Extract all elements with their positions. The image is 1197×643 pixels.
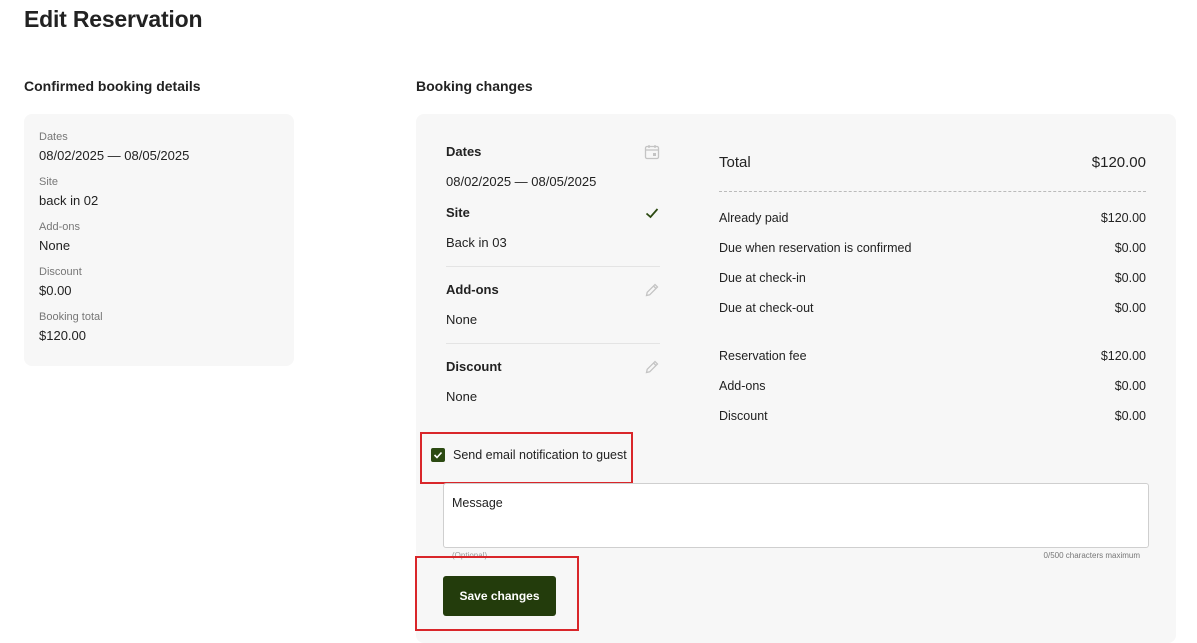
change-site-title: Site (446, 205, 470, 220)
calendar-icon[interactable] (644, 144, 660, 160)
highlight-box (415, 556, 579, 631)
change-dates: Dates 08/02/2025 — 08/05/2025 (446, 144, 660, 189)
total-label: Total (719, 154, 751, 171)
summary-row: Already paid $120.00 (719, 203, 1146, 233)
summary-row: Add-ons $0.00 (719, 371, 1146, 401)
confirmed-heading: Confirmed booking details (24, 78, 201, 94)
change-dates-value: 08/02/2025 — 08/05/2025 (446, 174, 597, 189)
payment-schedule: Already paid $120.00 Due when reservatio… (719, 203, 1146, 323)
change-discount-value: None (446, 389, 478, 404)
summary-label: Discount (719, 409, 768, 423)
divider (446, 266, 660, 267)
summary-label: Due at check-in (719, 271, 806, 285)
summary-value: $120.00 (1100, 349, 1146, 363)
field-value: $0.00 (39, 283, 72, 298)
summary-label: Due when reservation is confirmed (719, 241, 912, 255)
change-site-value: Back in 03 (446, 235, 507, 250)
field-value: $120.00 (39, 328, 86, 343)
summary-label: Add-ons (719, 379, 766, 393)
summary-value: $0.00 (1114, 301, 1146, 315)
pencil-icon[interactable] (644, 282, 660, 298)
changes-heading: Booking changes (416, 78, 533, 94)
pencil-icon[interactable] (644, 359, 660, 375)
change-addons: Add-ons None (446, 282, 660, 327)
check-icon[interactable] (644, 205, 660, 221)
message-character-counter: 0/500 characters maximum (1043, 551, 1140, 560)
summary-value: $0.00 (1114, 271, 1146, 285)
summary-row: Due at check-out $0.00 (719, 293, 1146, 323)
field-label: Add-ons (39, 221, 80, 233)
confirmed-discount: Discount $0.00 (39, 266, 279, 298)
field-label: Dates (39, 131, 68, 143)
field-value: 08/02/2025 — 08/05/2025 (39, 148, 190, 163)
confirmed-booking-total: Booking total $120.00 (39, 311, 279, 343)
change-list: Dates 08/02/2025 — 08/05/2025 Site Back … (446, 144, 660, 404)
total-row: Total $120.00 (719, 154, 1146, 192)
confirmed-site: Site back in 02 (39, 176, 279, 208)
summary-label: Reservation fee (719, 349, 807, 363)
change-dates-title: Dates (446, 144, 482, 159)
change-addons-title: Add-ons (446, 282, 499, 297)
price-summary: Total $120.00 Already paid $120.00 Due w… (719, 154, 1146, 431)
summary-value: $120.00 (1100, 211, 1146, 225)
summary-value: $0.00 (1114, 379, 1146, 393)
summary-row: Discount $0.00 (719, 401, 1146, 431)
change-addons-value: None (446, 312, 478, 327)
field-value: None (39, 238, 71, 253)
divider (446, 343, 660, 344)
summary-row: Due at check-in $0.00 (719, 263, 1146, 293)
total-value: $120.00 (1091, 154, 1146, 171)
summary-value: $0.00 (1114, 241, 1146, 255)
price-breakdown: Reservation fee $120.00 Add-ons $0.00 Di… (719, 341, 1146, 431)
highlight-box (420, 432, 633, 484)
summary-value: $0.00 (1114, 409, 1146, 423)
field-label: Site (39, 176, 58, 188)
message-input[interactable] (443, 483, 1149, 548)
page-title: Edit Reservation (24, 6, 203, 32)
change-discount: Discount None (446, 359, 660, 404)
field-label: Discount (39, 266, 82, 278)
confirmed-dates: Dates 08/02/2025 — 08/05/2025 (39, 131, 279, 163)
summary-label: Due at check-out (719, 301, 814, 315)
confirmed-booking-card: Dates 08/02/2025 — 08/05/2025 Site back … (24, 114, 294, 366)
summary-row: Due when reservation is confirmed $0.00 (719, 233, 1146, 263)
change-discount-title: Discount (446, 359, 502, 374)
change-site: Site Back in 03 (446, 205, 660, 250)
summary-row: Reservation fee $120.00 (719, 341, 1146, 371)
field-label: Booking total (39, 311, 103, 323)
confirmed-addons: Add-ons None (39, 221, 279, 253)
field-value: back in 02 (39, 193, 99, 208)
summary-label: Already paid (719, 211, 789, 225)
